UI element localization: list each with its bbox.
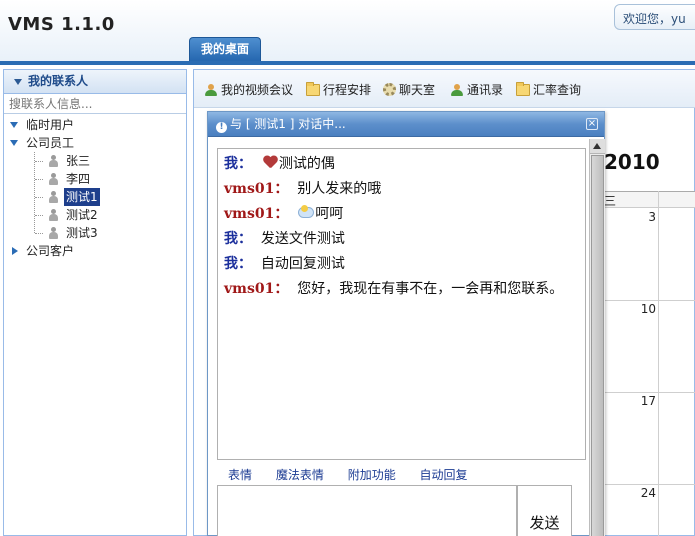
chat-message: 我： 自动回复测试 <box>224 254 579 274</box>
tree-item-label-selected: 测试1 <box>64 188 100 206</box>
calendar-day[interactable]: 10 <box>604 302 656 316</box>
toolbar-label: 汇率查询 <box>533 83 582 97</box>
toolbar-label: 通讯录 <box>467 83 504 97</box>
toolbar-label: 行程安排 <box>323 83 372 97</box>
chat-message: 我： 测试的偶 <box>224 154 579 174</box>
tree-group-label: 公司员工 <box>26 136 75 150</box>
app-header: VMS 1.1.0 欢迎您，yu 我的桌面 <box>0 0 695 62</box>
calendar-day[interactable]: 3 <box>604 210 656 224</box>
toolbar-label: 聊天室 <box>399 83 436 97</box>
toolbar-address-book[interactable]: 通讯录 <box>450 82 503 98</box>
scroll-up-arrow-icon[interactable] <box>590 139 605 154</box>
info-icon: ! <box>216 122 227 133</box>
tree-item-test1[interactable]: 测试1 <box>4 188 186 206</box>
calendar-title: 2010 <box>604 150 660 174</box>
tree-group-clients[interactable]: 公司客户 <box>4 242 186 260</box>
calendar-grid-line <box>604 392 695 393</box>
address-book-icon <box>450 84 464 96</box>
message-text: 呵呵 <box>315 206 344 222</box>
calendar-day[interactable]: 24 <box>604 486 656 500</box>
tree-item-label: 李四 <box>66 172 91 186</box>
tree-group-label: 公司客户 <box>26 244 75 258</box>
tree-item-label: 测试2 <box>66 208 98 222</box>
scroll-thumb[interactable] <box>591 155 604 536</box>
magic-emoticon-link[interactable]: 魔法表情 <box>276 468 324 482</box>
user-icon <box>48 209 59 221</box>
chat-room-icon <box>383 83 396 96</box>
expand-right-icon[interactable] <box>12 242 22 260</box>
tab-my-desktop[interactable]: 我的桌面 <box>189 37 261 62</box>
folder-icon <box>306 82 320 96</box>
calendar-grid-line <box>604 300 695 301</box>
message-text: 自动回复测试 <box>260 256 345 272</box>
header-divider <box>0 61 695 65</box>
message-text: 您好，我现在有事不在，一会再和您联系。 <box>297 281 564 297</box>
chat-message: vms01： 呵呵 <box>224 204 579 224</box>
message-sender: 我： <box>224 256 252 272</box>
user-icon <box>48 173 59 185</box>
contacts-tree: 临时用户 公司员工 张三 李四 测试1 测试2 测试3 公司客户 <box>4 114 186 260</box>
close-icon[interactable]: × <box>586 118 598 130</box>
toolbar-schedule[interactable]: 行程安排 <box>306 82 371 98</box>
calendar-day[interactable]: 17 <box>604 394 656 408</box>
message-sender: 我： <box>224 156 252 172</box>
message-text: 测试的偶 <box>278 156 335 172</box>
send-button[interactable]: 发送 <box>517 485 572 536</box>
video-meeting-icon <box>204 84 218 96</box>
chat-function-links: 表情 魔法表情 附加功能 自动回复 <box>228 466 488 483</box>
expand-down-icon[interactable] <box>10 116 20 134</box>
collapse-triangle-icon[interactable] <box>14 78 22 85</box>
tree-group-employees[interactable]: 公司员工 <box>4 134 186 152</box>
chat-message-area: 我： 测试的偶 vms01： 别人发来的哦 vms01： 呵呵 我： 发送文件测… <box>217 148 586 460</box>
auto-reply-link[interactable]: 自动回复 <box>420 468 468 482</box>
app-title: VMS 1.1.0 <box>8 14 115 35</box>
expand-down-icon[interactable] <box>10 134 20 152</box>
user-icon <box>48 155 59 167</box>
chat-message: 我： 发送文件测试 <box>224 229 579 249</box>
dialog-scrollbar[interactable] <box>589 139 605 536</box>
toolbar-label: 我的视频会议 <box>221 83 294 97</box>
tree-group-temporary[interactable]: 临时用户 <box>4 116 186 134</box>
cloudy-icon <box>297 204 315 220</box>
message-sender: vms01： <box>224 206 289 222</box>
calendar-weekday: 三 <box>604 194 617 208</box>
contacts-panel-title: 我的联系人 <box>28 74 89 88</box>
message-sender: 我： <box>224 231 252 247</box>
chat-message: vms01： 别人发来的哦 <box>224 179 579 199</box>
contact-search[interactable] <box>4 94 186 114</box>
contacts-sidebar: 我的联系人 临时用户 公司员工 张三 李四 测试1 <box>3 69 187 536</box>
user-icon <box>48 191 59 203</box>
broken-heart-icon <box>261 154 279 170</box>
toolbar-chat-room[interactable]: 聊天室 <box>383 82 435 98</box>
tree-item-test3[interactable]: 测试3 <box>4 224 186 242</box>
tree-item-test2[interactable]: 测试2 <box>4 206 186 224</box>
tree-group-label: 临时用户 <box>26 118 75 132</box>
message-text: 发送文件测试 <box>260 231 345 247</box>
calendar-grid-line <box>604 484 695 485</box>
tree-item-zhangsan[interactable]: 张三 <box>4 152 186 170</box>
contacts-panel-header[interactable]: 我的联系人 <box>4 70 186 94</box>
chat-dialog-title: 与 [ 测试1 ] 对话中... <box>230 117 346 131</box>
user-icon <box>48 227 59 239</box>
toolbar-exchange-rate[interactable]: 汇率查询 <box>516 82 581 98</box>
tree-item-label: 张三 <box>66 154 91 168</box>
message-sender: vms01： <box>224 181 289 197</box>
desktop-toolbar: 我的视频会议 行程安排 聊天室 通讯录 汇率查询 <box>194 70 695 108</box>
welcome-badge[interactable]: 欢迎您，yu <box>614 4 695 30</box>
chat-message-input[interactable] <box>217 485 517 536</box>
folder-icon <box>516 82 530 96</box>
tree-item-lisi[interactable]: 李四 <box>4 170 186 188</box>
toolbar-video-meeting[interactable]: 我的视频会议 <box>204 82 293 98</box>
message-text: 别人发来的哦 <box>297 181 382 197</box>
chat-dialog: ! 与 [ 测试1 ] 对话中... × 我： 测试的偶 vms01： 别人发来的… <box>207 111 605 536</box>
chat-dialog-titlebar[interactable]: ! 与 [ 测试1 ] 对话中... × <box>208 112 604 137</box>
chat-message: vms01： 您好，我现在有事不在，一会再和您联系。 <box>224 279 579 299</box>
extra-functions-link[interactable]: 附加功能 <box>348 468 396 482</box>
contact-search-input[interactable] <box>9 97 181 111</box>
message-sender: vms01： <box>224 281 289 297</box>
emoticon-link[interactable]: 表情 <box>228 468 252 482</box>
tree-item-label: 测试3 <box>66 226 98 240</box>
